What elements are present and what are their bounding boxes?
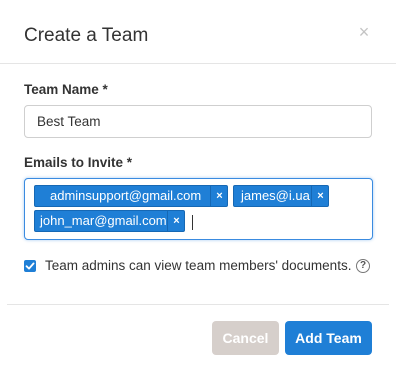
help-icon[interactable]: ?: [356, 259, 370, 273]
team-name-label: Team Name *: [24, 82, 108, 97]
admins-view-docs-checkbox[interactable]: [24, 260, 36, 272]
footer-divider: [7, 304, 389, 305]
email-tag[interactable]: adminsupport@gmail.com ×: [34, 185, 228, 207]
close-icon[interactable]: ×: [356, 22, 372, 42]
admins-view-docs-label: Team admins can view team members' docum…: [45, 258, 352, 273]
remove-tag-icon[interactable]: ×: [210, 186, 228, 206]
text-caret: [192, 215, 193, 230]
create-team-dialog: Create a Team × Team Name * Emails to In…: [0, 0, 396, 379]
emails-label: Emails to Invite *: [24, 155, 133, 170]
remove-tag-icon[interactable]: ×: [311, 186, 329, 206]
dialog-title: Create a Team: [24, 25, 149, 46]
add-team-button[interactable]: Add Team: [285, 321, 372, 355]
cancel-button[interactable]: Cancel: [212, 321, 279, 355]
dialog-header: Create a Team ×: [0, 0, 396, 64]
email-tag[interactable]: james@i.ua ×: [233, 185, 329, 207]
email-tag-label: adminsupport@gmail.com: [50, 188, 202, 203]
email-tag-label: john_mar@gmail.com: [40, 213, 167, 228]
checkmark-icon: [25, 262, 35, 270]
team-name-input[interactable]: [24, 105, 372, 138]
email-tag-label: james@i.ua: [241, 188, 310, 203]
email-tag[interactable]: john_mar@gmail.com ×: [34, 210, 185, 232]
remove-tag-icon[interactable]: ×: [167, 211, 185, 231]
emails-tag-input[interactable]: adminsupport@gmail.com × james@i.ua × jo…: [24, 178, 373, 240]
